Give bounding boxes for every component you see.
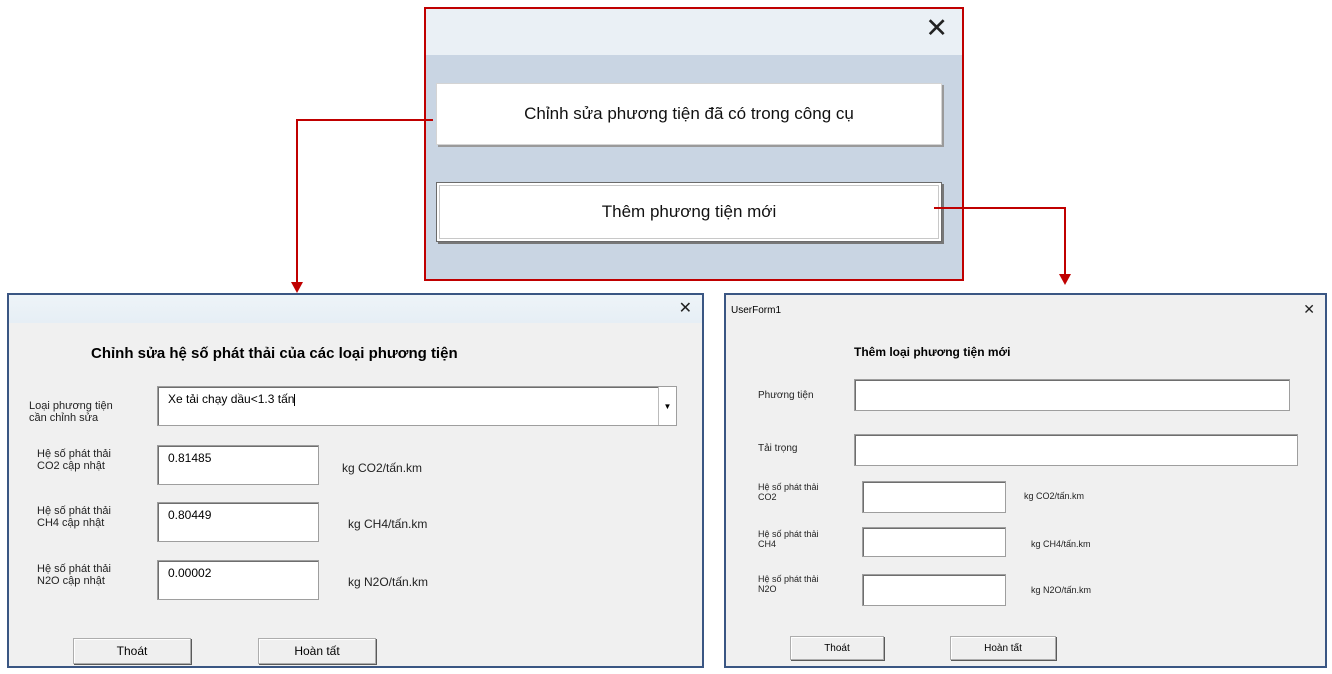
done-button[interactable]: Hoàn tất: [950, 636, 1056, 660]
co2-unit: kg CO2/tấn.km: [342, 461, 423, 475]
arrow-head-icon: [291, 282, 303, 293]
ch4-input[interactable]: 0.80449: [157, 502, 319, 542]
vehicle-label: Phương tiện: [758, 390, 814, 401]
load-label: Tải trọng: [758, 443, 798, 454]
edit-emission-form: ✕ Chỉnh sửa hệ số phát thải của các loại…: [7, 293, 704, 668]
close-icon[interactable]: ✕: [1303, 303, 1315, 317]
chevron-down-icon[interactable]: ▼: [658, 387, 676, 425]
n2o-unit: kg N2O/tấn.km: [1031, 585, 1092, 595]
n2o-input[interactable]: [862, 574, 1006, 606]
edit-form-titlebar: [9, 295, 702, 323]
close-icon[interactable]: ✕: [925, 15, 948, 42]
co2-value: 0.81485: [168, 451, 212, 465]
arrow-line: [296, 119, 433, 121]
add-form-titlebar: [726, 295, 1325, 323]
menu-dialog: ✕ Chỉnh sửa phương tiện đã có trong công…: [424, 7, 964, 281]
add-form-heading: Thêm loại phương tiện mới: [854, 345, 1011, 359]
n2o-value: 0.00002: [168, 566, 212, 580]
exit-button-label: Thoát: [824, 642, 850, 654]
n2o-unit: kg N2O/tấn.km: [348, 575, 429, 589]
exit-button[interactable]: Thoát: [790, 636, 884, 660]
ch4-value: 0.80449: [168, 508, 212, 522]
exit-button[interactable]: Thoát: [73, 638, 191, 664]
add-vehicle-button[interactable]: Thêm phương tiện mới: [436, 182, 942, 242]
co2-label: Hệ số phát thải CO2 cập nhật: [37, 448, 111, 472]
co2-input[interactable]: 0.81485: [157, 445, 319, 485]
vehicle-type-value: Xe tải chạy dầu<1.3 tấn: [168, 392, 295, 406]
co2-label: Hệ số phát thải CO2: [758, 482, 819, 502]
menu-titlebar: [426, 9, 962, 55]
vehicle-type-dropdown[interactable]: Xe tải chạy dầu<1.3 tấn ▼: [157, 386, 677, 426]
ch4-input[interactable]: [862, 527, 1006, 557]
window-title: UserForm1: [731, 305, 782, 316]
add-vehicle-form: UserForm1 ✕ Thêm loại phương tiện mới Ph…: [724, 293, 1327, 668]
arrow-line: [934, 207, 1066, 209]
ch4-label: Hệ số phát thải CH4 cập nhật: [37, 505, 111, 529]
add-vehicle-button-label: Thêm phương tiện mới: [601, 202, 777, 221]
arrow-line: [296, 119, 298, 284]
n2o-label: Hệ số phát thải N2O: [758, 574, 819, 594]
exit-button-label: Thoát: [116, 644, 148, 658]
ch4-label: Hệ số phát thải CH4: [758, 529, 819, 549]
close-icon[interactable]: ✕: [679, 300, 692, 316]
co2-unit: kg CO2/tấn.km: [1024, 491, 1085, 501]
arrow-line: [1064, 207, 1066, 275]
n2o-input[interactable]: 0.00002: [157, 560, 319, 600]
load-input[interactable]: [854, 434, 1298, 466]
done-button-label: Hoàn tất: [294, 644, 340, 658]
done-button-label: Hoàn tất: [984, 642, 1022, 654]
vehicle-input[interactable]: [854, 379, 1290, 411]
ch4-unit: kg CH4/tấn.km: [348, 517, 428, 531]
text-cursor: [294, 393, 296, 406]
arrow-head-icon: [1059, 274, 1071, 285]
n2o-label: Hệ số phát thải N2O cập nhật: [37, 563, 111, 587]
edit-form-heading: Chỉnh sửa hệ số phát thải của các loại p…: [91, 345, 458, 362]
co2-input[interactable]: [862, 481, 1006, 513]
edit-vehicle-button[interactable]: Chỉnh sửa phương tiện đã có trong công c…: [436, 83, 942, 145]
done-button[interactable]: Hoàn tất: [258, 638, 376, 664]
vehicle-type-label: Loại phương tiện cần chỉnh sửa: [29, 400, 113, 424]
ch4-unit: kg CH4/tấn.km: [1031, 539, 1091, 549]
edit-vehicle-button-label: Chỉnh sửa phương tiện đã có trong công c…: [524, 104, 854, 123]
